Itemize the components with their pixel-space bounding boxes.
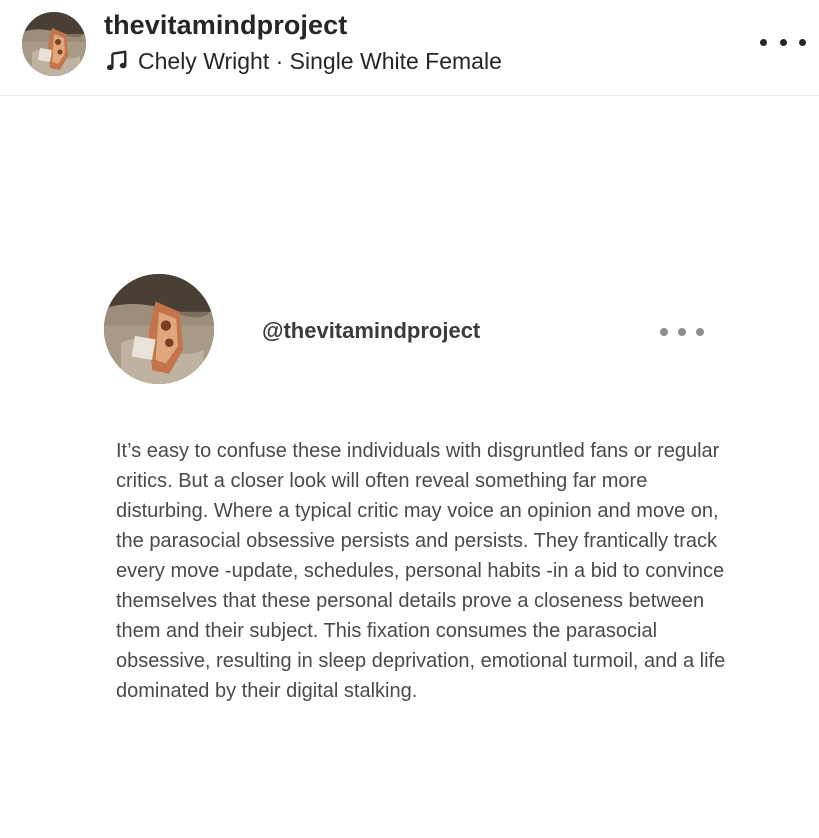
- post-handle[interactable]: @thevitamindproject: [262, 318, 480, 344]
- post-header: thevitamindproject Chely Wright · Single…: [0, 0, 819, 96]
- more-options-button[interactable]: [760, 30, 806, 54]
- avatar-image: [104, 274, 214, 384]
- more-horizontal-icon: [760, 38, 767, 46]
- header-username[interactable]: thevitamindproject: [104, 10, 347, 41]
- more-horizontal-icon: [660, 328, 668, 336]
- audio-label: Chely Wright · Single White Female: [138, 47, 502, 74]
- post-more-options-button[interactable]: [660, 326, 704, 338]
- post-text: It’s easy to confuse these individuals w…: [116, 440, 726, 702]
- avatar-image: [22, 12, 86, 76]
- audio-track[interactable]: Chely Wright · Single White Female: [104, 46, 502, 76]
- post-avatar[interactable]: [104, 274, 214, 384]
- avatar[interactable]: [22, 12, 86, 76]
- music-note-icon: [106, 50, 127, 71]
